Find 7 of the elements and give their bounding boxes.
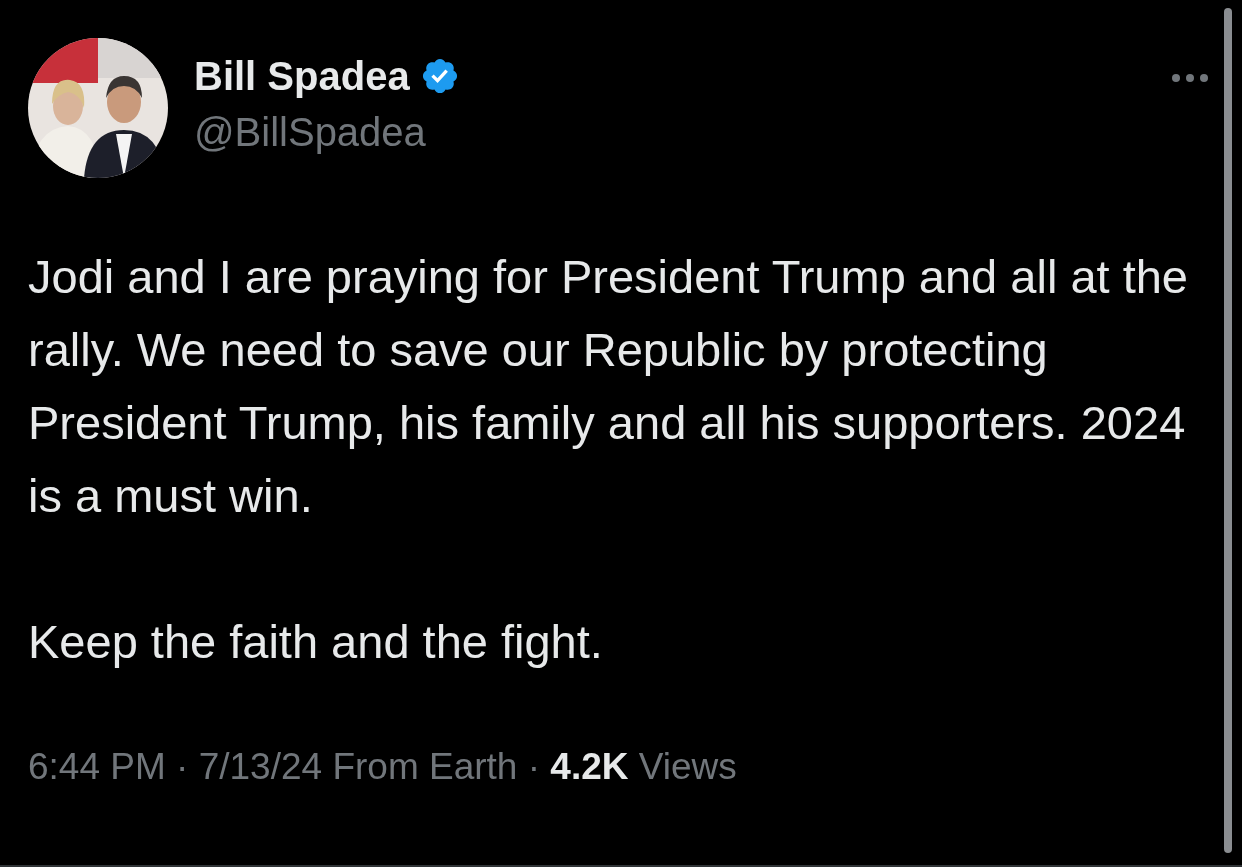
scrollbar[interactable] [1224, 8, 1232, 853]
tweet-text: Jodi and I are praying for President Trump and all at the rally. We need to save our Republic by protecting President Trump, his family and all his supporters. 2024 is a must win. [28, 249, 1189, 524]
author-handle[interactable]: @BillSpadea [194, 102, 1144, 162]
author-name[interactable]: Bill Spadea [194, 50, 410, 102]
more-icon[interactable] [1170, 72, 1210, 84]
tweet-text: Keep the faith and the fight. [28, 614, 604, 670]
tweet-meta: 6:44 PM · 7/13/24 From Earth · 4.2K Views [28, 746, 738, 788]
